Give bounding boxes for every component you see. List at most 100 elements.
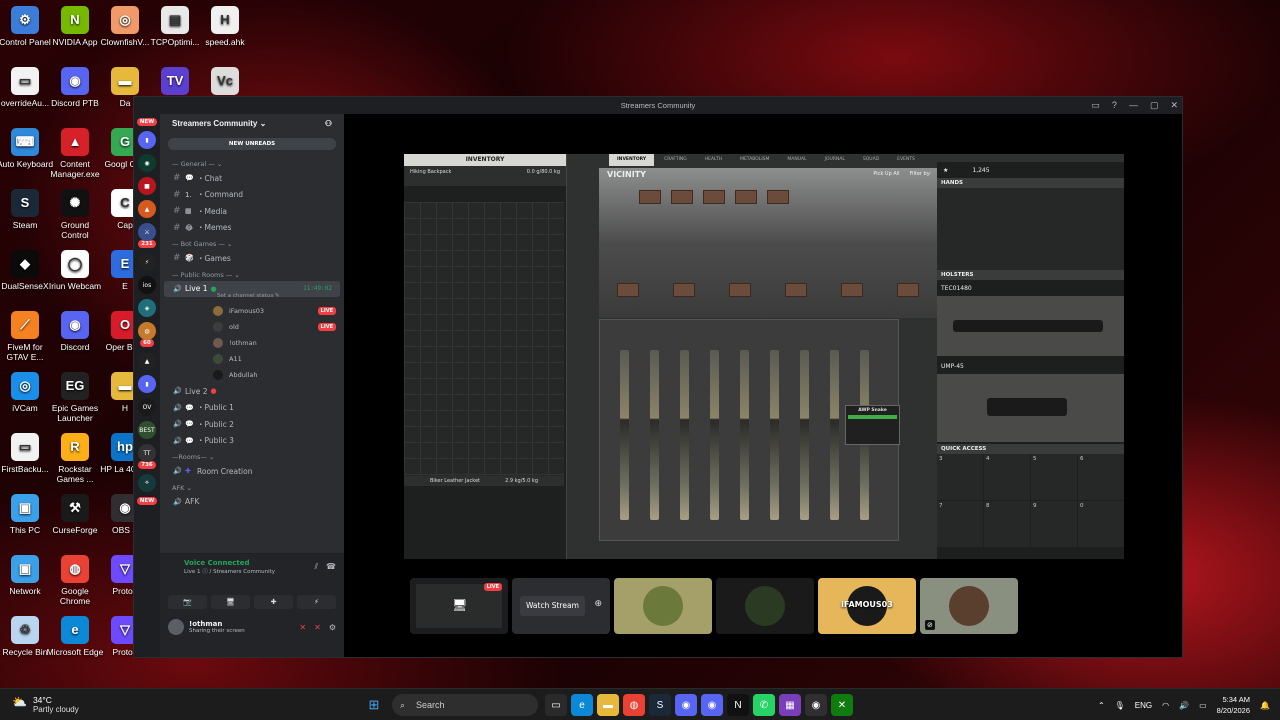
server-icon[interactable]: BEST: [138, 421, 156, 439]
voice-user[interactable]: old LIVE: [160, 319, 344, 335]
volume-icon[interactable]: 🔊: [1179, 701, 1189, 710]
close-button[interactable]: ✕: [1170, 100, 1178, 111]
quick-access-header: QUICK ACCESS: [937, 444, 1124, 454]
stream-preview-tile[interactable]: LIVE 🖥: [410, 578, 508, 634]
inbox-icon[interactable]: ▭: [1091, 100, 1100, 111]
server-icon[interactable]: ◉: [138, 154, 156, 172]
help-icon[interactable]: ?: [1112, 100, 1117, 111]
obs-icon[interactable]: ◉: [805, 694, 827, 716]
steam-icon[interactable]: S: [649, 694, 671, 716]
whatsapp-icon[interactable]: ✆: [753, 694, 775, 716]
voice-channel[interactable]: 🔊 Live 2 ●: [160, 383, 344, 400]
server-icon[interactable]: ios: [138, 276, 156, 294]
channel-status[interactable]: Set a channel status ✎: [160, 293, 344, 303]
voice-channel[interactable]: 🔊 💬 ・Public 3: [160, 433, 344, 450]
noise-suppression-icon[interactable]: ⫽: [314, 562, 318, 575]
settings-gear-icon[interactable]: ⚙: [329, 623, 336, 632]
voice-channel-afk[interactable]: 🔊 AFK: [160, 494, 344, 511]
desktop-icon[interactable]: Hspeed.ahk: [196, 6, 254, 47]
desktop-icon[interactable]: Vc: [196, 67, 254, 98]
game-icon[interactable]: ▦: [779, 694, 801, 716]
mute-icon[interactable]: ✕: [299, 623, 306, 632]
language-indicator[interactable]: ENG: [1135, 701, 1152, 710]
voice-connected-subtitle[interactable]: Live 1 ⓘ / Streamers Community: [160, 567, 275, 575]
wifi-icon[interactable]: ◠: [1162, 701, 1169, 710]
server-icon[interactable]: ⟡: [138, 474, 156, 492]
activities-button[interactable]: ✚: [254, 595, 293, 609]
screen-share-button[interactable]: 🖥: [211, 595, 250, 609]
deafen-icon[interactable]: ✕: [314, 623, 321, 632]
participant-tile[interactable]: ⊘: [920, 578, 1018, 634]
participant-tile-ifamous03[interactable]: iFAMOUS03: [818, 578, 916, 634]
server-icon[interactable]: ◍: [138, 322, 156, 340]
discord-icon[interactable]: ◉: [675, 694, 697, 716]
game-stream-video[interactable]: INVENTORY Hiking Backpack 0.0 g/80.0 kg …: [404, 154, 1124, 559]
server-header[interactable]: Streamers Community ⌄ ⚇: [160, 114, 344, 134]
server-icon[interactable]: ◈: [138, 299, 156, 317]
participant-tile[interactable]: [716, 578, 814, 634]
xbox-icon[interactable]: ✕: [831, 694, 853, 716]
soundboard-button[interactable]: ⚡: [297, 595, 336, 609]
search-box[interactable]: ⌕ Search: [392, 694, 538, 716]
new-unreads-button[interactable]: NEW UNREADS: [168, 138, 336, 150]
popout-icon[interactable]: ⊕: [594, 599, 602, 609]
voice-channel[interactable]: 🔊 💬 ・Public 2: [160, 416, 344, 433]
start-icon[interactable]: ⊞: [363, 694, 385, 716]
voice-user[interactable]: iFamous03 LIVE: [160, 303, 344, 319]
add-member-icon[interactable]: ⚇: [325, 119, 332, 129]
server-icon[interactable]: ⚡: [138, 253, 156, 271]
minimize-button[interactable]: —: [1129, 100, 1138, 111]
nvidia-icon[interactable]: N: [727, 694, 749, 716]
voice-connected-label[interactable]: Voice Connected: [160, 554, 275, 567]
text-channel[interactable]: # 🎲 ・Games: [160, 250, 344, 267]
server-icon[interactable]: OV: [138, 398, 156, 416]
app-icon: ◉: [61, 311, 89, 339]
server-icon[interactable]: ▮: [138, 131, 156, 149]
battery-icon[interactable]: ▭: [1199, 701, 1207, 710]
user-panel[interactable]: !othman Sharing their screen ✕ ✕ ⚙: [160, 609, 344, 635]
category-bot-games[interactable]: — Bot Games — ⌄: [160, 236, 344, 250]
server-icon[interactable]: TT: [138, 444, 156, 462]
server-icon[interactable]: ⚔: [138, 223, 156, 241]
category-general[interactable]: — General — ⌄: [160, 156, 344, 170]
voice-user[interactable]: !othman: [160, 335, 344, 351]
clock[interactable]: 5:34 AM 8/20/2026: [1217, 694, 1250, 716]
participant-tile[interactable]: [614, 578, 712, 634]
task-view-icon[interactable]: ▭: [545, 694, 567, 716]
server-icon[interactable]: ▮: [138, 375, 156, 393]
weather-widget[interactable]: ⛅ 34°C Partly cloudy: [12, 695, 79, 714]
category-public-rooms[interactable]: — Public Rooms — ⌄: [160, 267, 344, 281]
category-rooms[interactable]: —Rooms— ⌄: [160, 449, 344, 463]
watch-stream-tile[interactable]: Watch Stream ⊕: [512, 578, 610, 634]
new-badge-bottom[interactable]: NEW: [136, 497, 158, 505]
voice-user[interactable]: A11: [160, 351, 344, 367]
text-channel[interactable]: # 😂 ・Memes: [160, 220, 344, 237]
server-icon[interactable]: ■: [138, 177, 156, 195]
chevron-up-icon[interactable]: ⌃: [1098, 701, 1105, 710]
voice-channel-room-creation[interactable]: 🔊 ✚ Room Creation: [160, 463, 344, 480]
microphone-icon[interactable]: 🎙: [1115, 701, 1125, 710]
speaker-icon: 🔊: [173, 284, 182, 293]
camera-button[interactable]: 📷: [168, 595, 207, 609]
edge-icon[interactable]: e: [571, 694, 593, 716]
file-explorer-icon[interactable]: ▬: [597, 694, 619, 716]
notification-bell-icon[interactable]: 🔔: [1260, 701, 1270, 710]
text-channel[interactable]: # 💬 ・Chat: [160, 170, 344, 187]
pick-up-all-button: Pick Up All: [873, 171, 900, 177]
disconnect-icon[interactable]: ☎: [326, 562, 336, 575]
text-channel[interactable]: # ▦ ・Media: [160, 203, 344, 220]
server-icon[interactable]: ▲: [138, 200, 156, 218]
text-channel[interactable]: #1. ・Command: [160, 187, 344, 204]
category-afk[interactable]: AFK ⌄: [160, 480, 344, 494]
channel-label: ・Public 1: [197, 403, 234, 413]
discord-ptb-icon[interactable]: ◉: [701, 694, 723, 716]
voice-user[interactable]: Abdullah: [160, 367, 344, 383]
rifle-item: [830, 350, 839, 520]
server-icon[interactable]: ▲: [138, 352, 156, 370]
maximize-button[interactable]: ▢: [1150, 100, 1159, 111]
weather-text: Partly cloudy: [32, 705, 79, 714]
voice-channel[interactable]: 🔊 💬 ・Public 1: [160, 400, 344, 417]
chrome-icon[interactable]: ◍: [623, 694, 645, 716]
watch-stream-button[interactable]: Watch Stream: [520, 596, 585, 616]
new-badge-top[interactable]: NEW: [136, 118, 158, 126]
